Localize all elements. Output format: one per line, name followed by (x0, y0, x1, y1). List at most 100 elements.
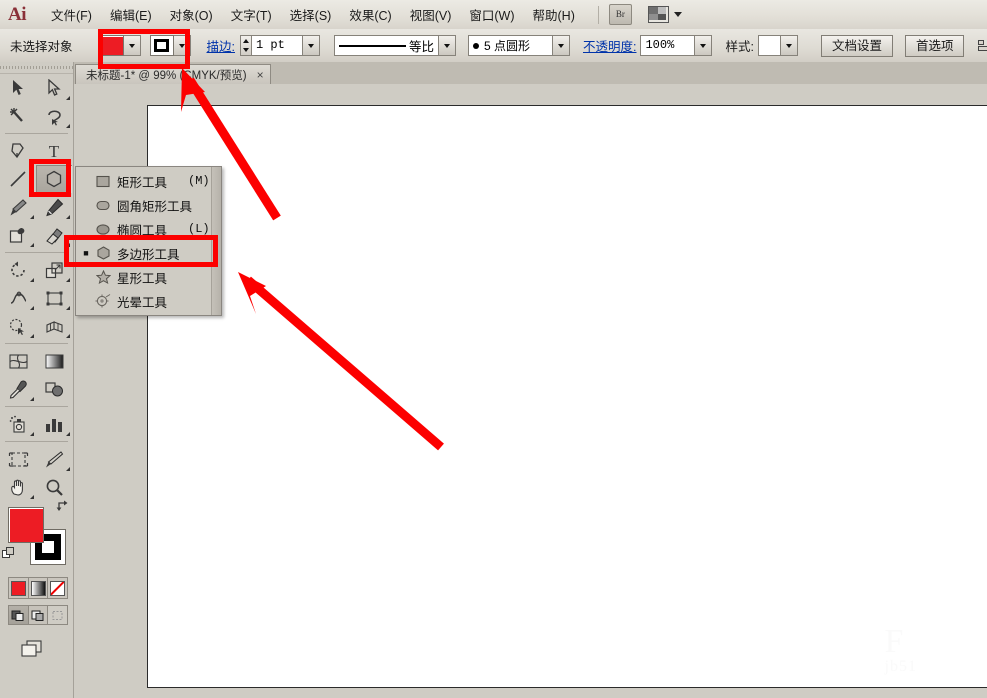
mesh-tool[interactable] (0, 347, 36, 375)
flyout-polygon-tool[interactable]: ■ 多边形工具 (76, 241, 221, 265)
color-mode-button[interactable] (9, 578, 29, 598)
line-segment-tool[interactable] (0, 165, 36, 193)
swap-fill-stroke-icon[interactable] (56, 499, 70, 513)
stroke-weight-label[interactable]: 描边: (207, 36, 235, 55)
stroke-weight-input[interactable]: 1 pt (251, 35, 303, 56)
stroke-weight-control[interactable]: 1 pt (240, 35, 320, 56)
rectangle-icon (92, 175, 114, 188)
direct-selection-tool[interactable] (36, 74, 72, 102)
blend-tool[interactable] (36, 375, 72, 403)
graphic-style-control[interactable] (757, 35, 798, 56)
draw-inside-button[interactable] (48, 606, 68, 624)
screen-mode-button[interactable] (20, 639, 44, 659)
close-icon[interactable]: × (257, 68, 264, 82)
tool-flyout-indicator-icon (66, 334, 70, 338)
shape-tools-flyout[interactable]: 矩形工具 (M) 圆角矩形工具 椭圆工具 (L) ■ 多边形工具 星形工具 光晕… (75, 166, 222, 316)
gradient-tool[interactable] (36, 347, 72, 375)
stroke-control[interactable] (149, 35, 191, 56)
menu-help[interactable]: 帮助(H) (524, 1, 584, 28)
fill-control[interactable] (99, 35, 141, 56)
fill-swatch[interactable] (99, 35, 124, 56)
stroke-swatch[interactable] (149, 35, 174, 56)
width-profile-dropdown-button[interactable] (439, 35, 456, 56)
draw-behind-button[interactable] (28, 606, 49, 624)
opacity-control[interactable]: 100% (640, 35, 713, 56)
flyout-rounded-rectangle-tool[interactable]: 圆角矩形工具 (76, 193, 221, 217)
stroke-dropdown-button[interactable] (173, 35, 191, 56)
stroke-weight-dropdown-button[interactable] (303, 35, 320, 56)
gradient-mode-button[interactable] (28, 578, 49, 598)
tools-panel-grip[interactable] (0, 62, 73, 74)
illustrator-window: Ai 文件(F) 编辑(E) 对象(O) 文字(T) 选择(S) 效果(C) 视… (0, 0, 987, 698)
hand-tool[interactable] (0, 473, 36, 501)
shape-builder-tool[interactable] (0, 312, 36, 340)
opacity-input[interactable]: 100% (640, 35, 696, 56)
fill-dropdown-button[interactable] (123, 35, 141, 56)
graphic-style-swatch[interactable] (757, 35, 781, 56)
stroke-weight-stepper[interactable] (240, 35, 251, 56)
align-panel-icon[interactable] (978, 39, 987, 52)
menu-select[interactable]: 选择(S) (281, 1, 341, 28)
magic-wand-tool[interactable] (0, 102, 36, 130)
paintbrush-tool[interactable] (0, 193, 36, 221)
flyout-rectangle-tool[interactable]: 矩形工具 (M) (76, 169, 221, 193)
blob-brush-tool[interactable] (0, 221, 36, 249)
selection-tool[interactable] (0, 74, 36, 102)
tool-flyout-indicator-icon (30, 278, 34, 282)
bridge-button[interactable]: Br (608, 4, 632, 25)
menu-object[interactable]: 对象(O) (161, 1, 222, 28)
toolbar-fill-swatch[interactable] (8, 507, 44, 543)
menu-file[interactable]: 文件(F) (42, 1, 101, 28)
artboard-tool[interactable] (0, 445, 36, 473)
column-graph-tool[interactable] (36, 410, 72, 438)
artboard[interactable]: F jb51 (147, 105, 987, 688)
width-tool[interactable] (0, 284, 36, 312)
tool-flyout-indicator-icon (30, 397, 34, 401)
eyedropper-tool[interactable] (0, 375, 36, 403)
free-transform-tool[interactable] (36, 284, 72, 312)
perspective-grid-tool[interactable] (36, 312, 72, 340)
tools-grid-5 (0, 312, 73, 340)
eraser-tool[interactable] (36, 221, 72, 249)
brush-dropdown-button[interactable] (553, 35, 570, 56)
watermark: F jb51 (885, 625, 917, 675)
symbol-sprayer-tool[interactable] (0, 410, 36, 438)
slice-tool[interactable] (36, 445, 72, 473)
scale-tool[interactable] (36, 256, 72, 284)
menu-type[interactable]: 文字(T) (222, 1, 281, 28)
opacity-dropdown-button[interactable] (695, 35, 713, 56)
opacity-label[interactable]: 不透明度: (583, 36, 636, 55)
zoom-tool[interactable] (36, 473, 72, 501)
width-profile-field[interactable]: 等比 (334, 35, 439, 56)
menu-effect[interactable]: 效果(C) (340, 1, 400, 28)
flyout-flare-label: 光晕工具 (117, 295, 168, 310)
draw-normal-button[interactable] (9, 606, 29, 624)
none-mode-button[interactable] (48, 578, 68, 598)
tools-grid-1 (0, 74, 73, 130)
pencil-tool[interactable] (36, 193, 72, 221)
menu-edit[interactable]: 编辑(E) (101, 1, 161, 28)
ellipse-icon (92, 223, 114, 236)
flyout-flare-tool[interactable]: 光晕工具 (76, 289, 221, 313)
document-tab[interactable]: 未标题-1* @ 99% (CMYK/预览) × (75, 64, 271, 84)
default-fill-stroke-icon[interactable] (2, 547, 15, 560)
tool-flyout-indicator-icon (30, 334, 34, 338)
workspace-switcher[interactable] (647, 6, 682, 23)
flyout-star-tool[interactable]: 星形工具 (76, 265, 221, 289)
preferences-button[interactable]: 首选项 (904, 34, 965, 57)
brush-definition-control[interactable]: 5 点圆形 (468, 35, 570, 56)
variable-width-profile-control[interactable]: 等比 (334, 35, 456, 56)
chevron-down-icon (700, 43, 707, 48)
brush-field[interactable]: 5 点圆形 (468, 35, 553, 56)
rotate-tool[interactable] (0, 256, 36, 284)
polygon-tool[interactable] (36, 165, 72, 193)
lasso-tool[interactable] (36, 102, 72, 130)
menu-view[interactable]: 视图(V) (401, 1, 461, 28)
flyout-ellipse-tool[interactable]: 椭圆工具 (L) (76, 217, 221, 241)
menu-window[interactable]: 窗口(W) (460, 1, 523, 28)
tools-divider-5 (5, 441, 68, 442)
document-setup-button[interactable]: 文档设置 (820, 34, 893, 57)
graphic-style-dropdown-button[interactable] (780, 35, 798, 56)
type-tool[interactable]: T (36, 137, 72, 165)
pen-tool[interactable] (0, 137, 36, 165)
